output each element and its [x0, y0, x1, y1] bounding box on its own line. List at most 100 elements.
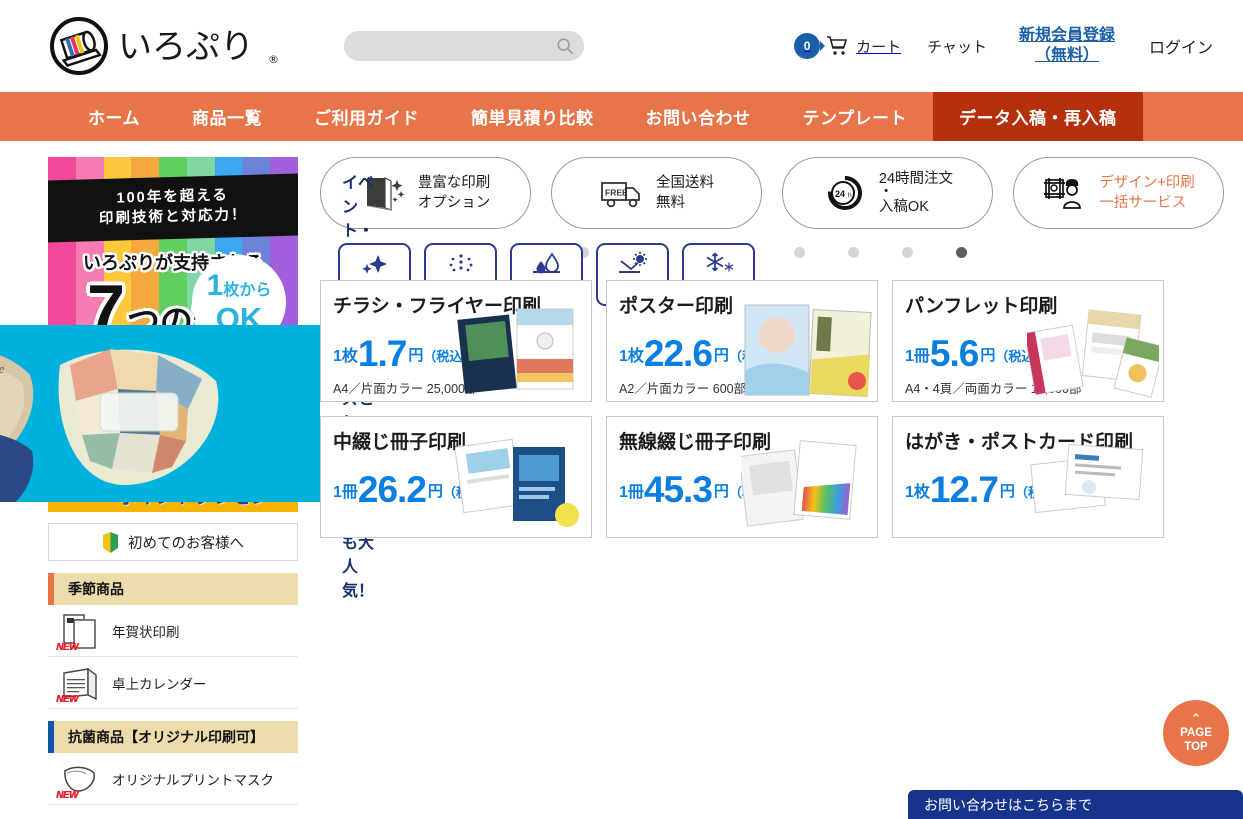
feature-badges: 豊富な印刷 オプション FREE 全国送料 無料 24 h 24時間注文 ・ 入…	[320, 157, 1224, 229]
chat-contact-bar[interactable]: お問い合わせはこちらまで	[908, 790, 1243, 819]
badge-label: 24時間注文 ・ 入稿OK	[879, 169, 953, 217]
svg-text:®: ®	[268, 53, 279, 66]
chevron-up-icon: ⌃	[1190, 711, 1202, 727]
desk-calendar-icon: NEW	[56, 663, 102, 705]
price-yen: 円	[713, 483, 729, 501]
sidebar-item-print-mask[interactable]: NEW オリジナルプリントマスク	[48, 753, 298, 805]
nav-item-products[interactable]: 商品一覧	[166, 92, 288, 141]
price-value: 26.2	[357, 469, 427, 510]
cart-button[interactable]: 0 カート	[794, 33, 901, 59]
product-card-saddle-booklet[interactable]: 中綴じ冊子印刷 1冊 26.2 円 （税込） ～	[320, 416, 592, 538]
poster-art	[744, 304, 872, 397]
sidebar-item-label: 卓上カレンダー	[112, 676, 207, 692]
price-value: 5.6	[929, 333, 979, 374]
price-value: 12.7	[929, 469, 999, 510]
register-link[interactable]: 新規会員登録 （無料）	[1019, 26, 1115, 66]
price-yen: 円	[427, 483, 443, 501]
search-box[interactable]	[344, 31, 584, 61]
badge-design-print[interactable]: デザイン+印刷 一括サービス	[1013, 157, 1224, 229]
badge-line1: 全国送料	[656, 174, 714, 191]
price-value: 45.3	[643, 469, 713, 510]
carousel-dot-8[interactable]	[955, 247, 967, 258]
free-truck-icon: FREE	[601, 182, 640, 208]
badge-line2: ・	[878, 184, 894, 201]
price-unit: 1冊	[905, 348, 930, 366]
sidebar-item-nengajo[interactable]: NEW 年賀状印刷	[48, 605, 298, 657]
svg-text:FREE: FREE	[605, 188, 628, 198]
face-mask-icon: NEW	[56, 759, 102, 801]
price-yen: 円	[408, 347, 424, 365]
nav-item-template[interactable]: テンプレート	[777, 92, 934, 141]
saddle-booklet-art	[455, 438, 579, 527]
search-input[interactable]	[358, 39, 556, 53]
search-icon[interactable]	[556, 37, 574, 55]
badge-label: デザイン+印刷 一括サービス	[1099, 173, 1194, 214]
sidebar-section-seasonal: 季節商品	[48, 573, 298, 605]
main-navigation: ホーム 商品一覧 ご利用ガイド 簡単見積り比較 お問い合わせ テンプレート デー…	[0, 92, 1243, 141]
flyer-art	[457, 308, 574, 394]
postcard-art	[1030, 443, 1144, 514]
price-yen: 円	[713, 347, 729, 365]
content-area: 100年を超える 印刷技術と対応力！ いろぷりが支持される 7 つの理由 こちら…	[0, 141, 1243, 808]
sidebar-section-antibacterial: 抗菌商品【オリジナル印刷可】	[48, 721, 298, 753]
site-logo[interactable]: いろぷり ®	[48, 15, 318, 77]
product-card-flyer[interactable]: チラシ・フライヤー印刷 1枚 1.7 円 （税込） ～ A4／片面カラー 25,…	[320, 280, 592, 402]
sidebar-item-label: 年賀状印刷	[112, 624, 180, 640]
price-yen: 円	[999, 483, 1015, 501]
badge-line2: 無料	[656, 195, 685, 211]
price-yen: 円	[980, 347, 996, 365]
register-line2: （無料）	[1034, 47, 1099, 64]
nengajo-card-icon: NEW	[56, 611, 102, 653]
nav-item-quote-compare[interactable]: 簡単見積り比較	[445, 92, 620, 141]
product-spec: A2／片面カラー 600部	[619, 382, 747, 396]
nav-item-guide[interactable]: ご利用ガイド	[288, 92, 445, 141]
printing-roll-logo-icon	[50, 17, 108, 75]
carousel-dot-6[interactable]	[847, 247, 859, 258]
first-time-customer-link[interactable]: 初めてのお客様へ	[48, 523, 298, 561]
product-card-pamphlet[interactable]: パンフレット印刷 1冊 5.6 円 （税込） ～ A4・4頁／両面カラー 10,…	[892, 280, 1164, 402]
badge-24h-order[interactable]: 24 h 24時間注文 ・ 入稿OK	[782, 157, 993, 229]
perfect-booklet-art	[741, 440, 857, 527]
page-top-line2: TOP	[1184, 740, 1208, 753]
badge-free-shipping[interactable]: FREE 全国送料 無料	[551, 157, 762, 229]
price-unit: 1枚	[619, 348, 644, 366]
carousel-dot-7[interactable]	[901, 247, 913, 258]
logo-wordmark: いろぷり ®	[118, 27, 279, 67]
nav-item-data-upload[interactable]: データ入稿・再入稿	[933, 92, 1143, 141]
price-unit: 1枚	[905, 484, 930, 502]
page-root: いろぷり ® 0 カート チャット 新規会員登録 （無料） ログイン ホーム 商…	[0, 0, 1243, 819]
product-title: ポスター印刷	[619, 296, 734, 317]
sidebar-item-label: オリジナルプリントマスク	[112, 772, 274, 788]
price-value: 22.6	[643, 333, 713, 374]
product-card-postcard[interactable]: はがき・ポストカード印刷 1枚 12.7 円 （税込） ～	[892, 416, 1164, 538]
price-value: 1.7	[357, 333, 407, 374]
banner-headline-line2: 印刷技術と対応力！	[98, 206, 248, 228]
leaf-icon	[103, 531, 118, 553]
cart-count-badge: 0	[794, 33, 826, 59]
nav-item-home[interactable]: ホーム	[62, 92, 166, 141]
product-card-perfect-booklet[interactable]: 無線綴じ冊子印刷 1冊 45.3 円 （税込） ～	[606, 416, 878, 538]
product-card-poster[interactable]: ポスター印刷 1枚 22.6 円 （税込） ～ A2／片面カラー 600部	[606, 280, 878, 402]
price-unit: 1冊	[619, 484, 644, 502]
cart-icon	[827, 36, 848, 55]
login-link[interactable]: ログイン	[1149, 34, 1213, 58]
badge-line2: オプション	[417, 195, 491, 211]
badge-line1: デザイン+印刷	[1099, 174, 1195, 191]
price-unit: 1冊	[333, 484, 358, 502]
page-top-button[interactable]: ⌃ PAGE TOP	[1163, 700, 1229, 766]
design-person-icon	[1044, 178, 1082, 209]
carousel-dot-5[interactable]	[793, 247, 805, 258]
first-time-label: 初めてのお客様へ	[128, 535, 244, 552]
sidebar-item-desk-calendar[interactable]: NEW 卓上カレンダー	[48, 657, 298, 709]
svg-text:24: 24	[835, 189, 845, 199]
nav-item-contact[interactable]: お問い合わせ	[620, 92, 777, 141]
banner-headline-bar: 100年を超える 印刷技術と対応力！	[48, 173, 298, 243]
badge-line2: 一括サービス	[1099, 195, 1187, 211]
site-header: いろぷり ® 0 カート チャット 新規会員登録 （無料） ログイン	[0, 0, 1243, 92]
page-top-line1: PAGE	[1180, 727, 1212, 740]
chat-link[interactable]: チャット	[927, 36, 987, 57]
product-card-grid: チラシ・フライヤー印刷 1枚 1.7 円 （税込） ～ A4／片面カラー 25,…	[320, 280, 1224, 538]
pamphlet-art	[1027, 309, 1159, 398]
badge-line3: 入稿OK	[878, 198, 929, 215]
register-line1: 新規会員登録	[1018, 27, 1115, 44]
